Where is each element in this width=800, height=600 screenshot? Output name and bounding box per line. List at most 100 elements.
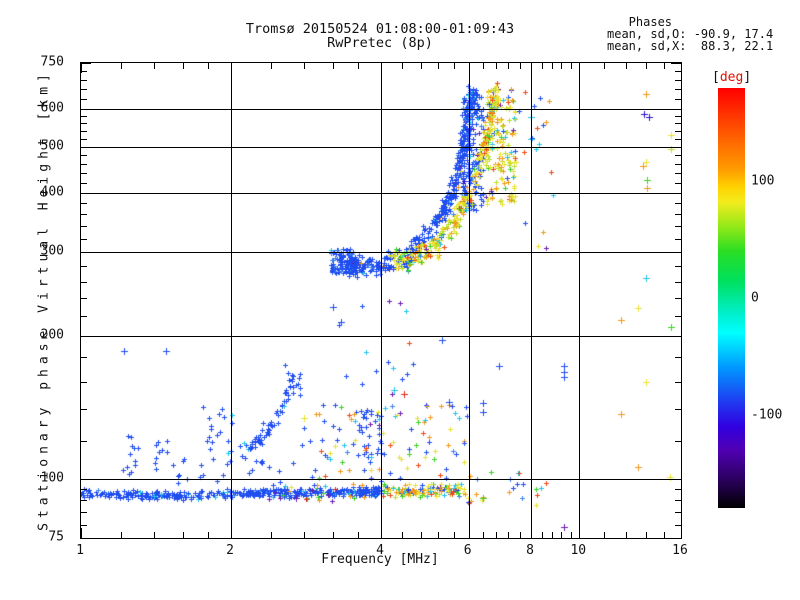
y-tick xyxy=(81,226,87,228)
y-tick xyxy=(675,500,681,502)
x-tick xyxy=(453,532,455,538)
x-tick xyxy=(531,528,532,538)
x-tick xyxy=(551,532,553,538)
x-tick xyxy=(508,63,510,69)
y-tick xyxy=(675,281,681,283)
x-tick xyxy=(603,532,605,538)
x-tick xyxy=(482,63,484,69)
y-tick xyxy=(81,489,87,491)
y-tick xyxy=(671,63,681,64)
colorbar-bracket-close: ] xyxy=(743,70,752,85)
y-tick xyxy=(671,146,681,148)
x-tick xyxy=(437,532,439,538)
y-tick xyxy=(675,123,681,125)
y-tick-label-750: 750 xyxy=(40,54,64,70)
x-tick-label-4: 4 xyxy=(376,543,384,558)
x-tick xyxy=(381,528,382,538)
x-tick xyxy=(358,532,360,538)
x-tick xyxy=(681,528,682,538)
colorbar-unit: deg xyxy=(719,70,744,85)
x-tick xyxy=(579,63,581,73)
y-tick xyxy=(671,538,681,539)
x-tick xyxy=(231,63,232,73)
y-tick xyxy=(675,182,681,184)
x-tick xyxy=(495,63,497,69)
x-tick xyxy=(508,532,510,538)
y-tick xyxy=(675,298,681,300)
y-tick xyxy=(81,109,91,110)
gridline-v-4 xyxy=(381,63,382,538)
y-tick xyxy=(81,252,91,253)
y-tick xyxy=(81,538,91,539)
x-tick xyxy=(81,528,82,538)
x-tick xyxy=(420,532,422,538)
y-tick xyxy=(81,203,87,205)
y-tick xyxy=(675,512,681,514)
x-tick xyxy=(551,63,553,69)
x-tick xyxy=(182,63,184,69)
y-tick xyxy=(81,478,91,480)
plot-subtitle: RwPretec (8p) xyxy=(327,35,433,51)
y-tick xyxy=(675,214,681,216)
x-tick xyxy=(531,63,532,73)
x-tick xyxy=(570,63,572,69)
y-tick xyxy=(81,357,87,359)
x-tick xyxy=(270,63,272,69)
y-tick xyxy=(675,80,681,82)
y-tick-label-100: 100 xyxy=(40,470,64,486)
y-tick xyxy=(81,441,87,442)
y-tick xyxy=(671,478,681,480)
x-tick xyxy=(603,63,605,69)
y-tick xyxy=(81,316,87,317)
y-tick xyxy=(81,116,87,117)
y-tick xyxy=(81,80,87,82)
y-tick xyxy=(81,238,87,240)
y-tick xyxy=(675,409,681,411)
x-tick xyxy=(303,63,305,69)
y-tick xyxy=(81,173,87,174)
x-tick xyxy=(401,63,403,69)
y-tick xyxy=(81,381,87,383)
x-tick xyxy=(468,528,470,538)
y-tick xyxy=(675,130,681,132)
y-tick xyxy=(671,192,681,194)
x-tick xyxy=(401,532,403,538)
y-tick xyxy=(81,163,87,165)
y-tick xyxy=(81,155,87,157)
x-tick xyxy=(625,532,627,538)
x-tick xyxy=(579,528,581,538)
x-tick-label-2: 2 xyxy=(226,543,234,558)
colorbar xyxy=(718,88,745,508)
x-tick xyxy=(645,63,647,69)
y-tick xyxy=(81,123,87,125)
y-tick-label-200: 200 xyxy=(40,327,64,343)
y-tick xyxy=(81,138,87,140)
y-tick xyxy=(671,335,681,337)
y-tick xyxy=(675,99,681,100)
x-tick-label-1: 1 xyxy=(76,543,84,558)
y-tick xyxy=(675,381,681,383)
x-tick xyxy=(625,63,627,69)
phase-stats-x-mode: mean, sd,X: 88.3, 22.1 xyxy=(607,39,774,53)
x-tick xyxy=(681,63,682,73)
y-tick-label-600: 600 xyxy=(40,100,64,116)
y-tick xyxy=(81,89,87,91)
x-tick xyxy=(482,532,484,538)
y-tick xyxy=(81,298,87,300)
y-tick xyxy=(675,203,681,205)
y-tick xyxy=(81,281,87,283)
y-tick xyxy=(81,71,87,73)
y-tick xyxy=(675,316,681,317)
x-tick xyxy=(437,63,439,69)
y-tick xyxy=(81,500,87,502)
x-tick xyxy=(332,532,334,538)
x-tick xyxy=(570,532,572,538)
y-tick xyxy=(675,71,681,73)
x-tick xyxy=(270,532,272,538)
x-tick-label-8: 8 xyxy=(526,543,534,558)
x-tick xyxy=(420,63,422,69)
y-tick-label-300: 300 xyxy=(40,243,64,259)
y-tick xyxy=(675,138,681,140)
x-tick xyxy=(519,532,521,538)
x-tick-label-10: 10 xyxy=(570,543,587,558)
